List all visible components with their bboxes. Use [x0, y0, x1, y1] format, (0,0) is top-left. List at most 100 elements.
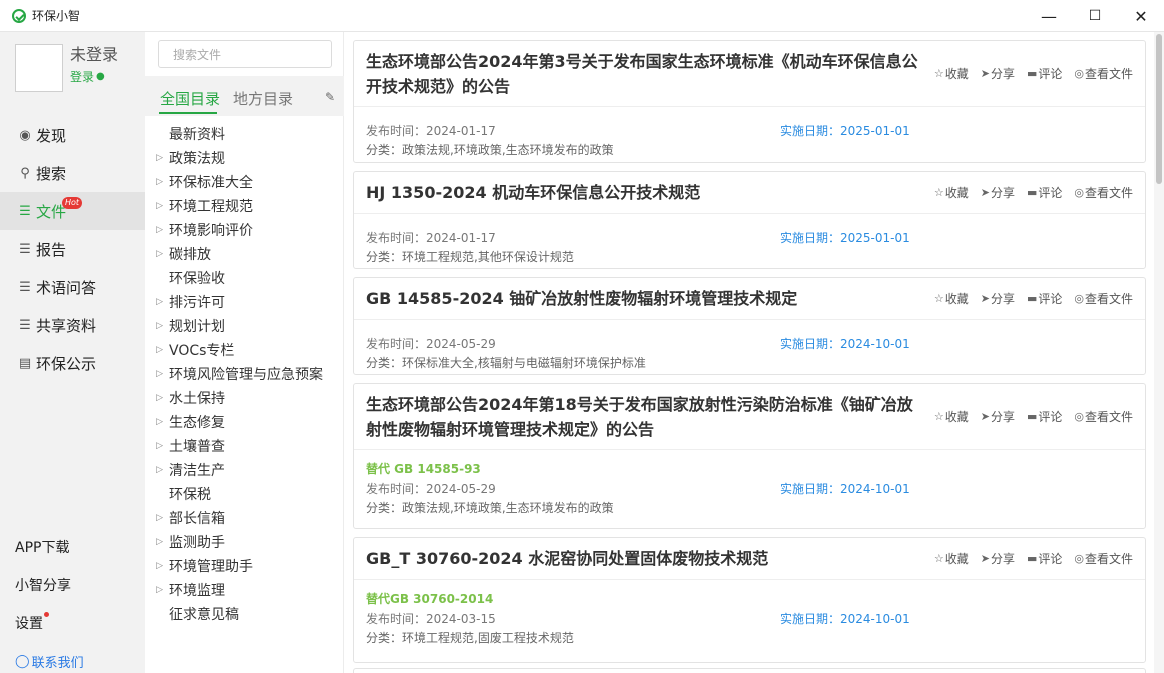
view-button[interactable]: ◎ 查看文件 — [1074, 184, 1133, 201]
notification-dot — [44, 612, 49, 617]
comment-button[interactable]: ▬ 评论 — [1027, 290, 1062, 307]
document-title[interactable]: 生态环境部公告2024年第18号关于发布国家放射性污染防治标准《铀矿冶放 射性废物… — [366, 392, 926, 442]
document-actions: ☆ 收藏 ➤ 分享 ▬ 评论 ◎ 查看文件 — [934, 290, 1133, 307]
favorite-button[interactable]: ☆ 收藏 — [934, 408, 969, 425]
directory-item[interactable]: ▷ VOCs专栏 — [145, 338, 344, 362]
view-button[interactable]: ◎ 查看文件 — [1074, 408, 1133, 425]
tab-local[interactable]: 地方目录 — [233, 88, 293, 109]
document-title[interactable]: 生态环境部公告2024年第3号关于发布国家生态环境标准《机动车环保信息公 开技术规… — [366, 49, 926, 99]
building-icon: ▤ — [18, 355, 32, 371]
comment-button[interactable]: ▬ 评论 — [1027, 184, 1062, 201]
chevron-right-icon: ▷ — [156, 465, 163, 475]
directory-item-label: VOCs专栏 — [169, 343, 235, 359]
app-download-link[interactable]: APP下载 — [0, 528, 145, 566]
nav-item-shared[interactable]: ☰ 共享资料 — [0, 306, 145, 344]
scrollbar[interactable] — [1154, 32, 1164, 673]
layers-icon: ☰ — [19, 203, 31, 219]
directory-item[interactable]: ▷ 水土保持 — [145, 386, 344, 410]
nav-item-public-notice[interactable]: ▤ 环保公示 — [0, 344, 145, 382]
main-nav: ◉ 发现 ⚲ 搜索 ☰ 文件 Hot ☰ 报告 ☰ 术语问答 ☰ 共享资料 ▤ … — [0, 116, 145, 382]
directory-item[interactable]: ▷ 环境管理助手 — [145, 554, 344, 578]
directory-item[interactable]: ▷ 环境工程规范 — [145, 194, 344, 218]
share-button[interactable]: ➤ 分享 — [981, 550, 1015, 567]
tab-national[interactable]: 全国目录 — [160, 88, 220, 109]
view-button[interactable]: ◎ 查看文件 — [1074, 65, 1133, 82]
directory-item[interactable]: ▷ 环境影响评价 — [145, 218, 344, 242]
share-label: 分享 — [990, 67, 1015, 81]
settings-link[interactable]: 设置 — [0, 604, 145, 642]
favorite-button[interactable]: ☆ 收藏 — [934, 550, 969, 567]
contact-label: 联系我们 — [31, 655, 84, 671]
directory-item[interactable]: ▷ 碳排放 — [145, 242, 344, 266]
active-tab-indicator — [159, 112, 217, 114]
directory-item[interactable]: ▷ 规划计划 — [145, 314, 344, 338]
login-link[interactable]: 登录 ● — [70, 68, 118, 85]
directory-tabs: 全国目录 地方目录 ✎ — [145, 76, 344, 116]
directory-item[interactable]: ▷ 清洁生产 — [145, 458, 344, 482]
directory-item[interactable]: ▷ 部长信箱 — [145, 506, 344, 530]
edit-icon[interactable]: ✎ — [325, 90, 335, 104]
directory-item[interactable]: ▷ 生态修复 — [145, 410, 344, 434]
search-input[interactable]: 搜索文件 — [158, 40, 332, 68]
publish-date-label: 发布时间： — [366, 482, 427, 496]
share-button[interactable]: ➤ 分享 — [981, 184, 1015, 201]
implement-date: 2024-10-01 — [840, 612, 910, 626]
favorite-button[interactable]: ☆ 收藏 — [934, 290, 969, 307]
directory-item[interactable]: ▷ 排污许可 — [145, 290, 344, 314]
directory-item[interactable]: ▷ 环境风险管理与应急预案 — [145, 362, 344, 386]
chevron-right-icon: ▷ — [156, 177, 163, 187]
nav-item-search[interactable]: ⚲ 搜索 — [0, 154, 145, 192]
favorite-button[interactable]: ☆ 收藏 — [934, 65, 969, 82]
scrollbar-thumb[interactable] — [1156, 34, 1162, 184]
implement-date-group: 实施日期：2024-10-01 — [780, 480, 910, 497]
directory-item[interactable]: ▷ 环境监理 — [145, 578, 344, 602]
nav-item-reports[interactable]: ☰ 报告 — [0, 230, 145, 268]
comment-button[interactable]: ▬ 评论 — [1027, 65, 1062, 82]
directory-item[interactable]: ▷ 环保标准大全 — [145, 170, 344, 194]
directory-item[interactable]: 环保验收 — [145, 266, 344, 290]
directory-item[interactable]: ▷ 监测助手 — [145, 530, 344, 554]
share-button[interactable]: ➤ 分享 — [981, 408, 1015, 425]
comment-button[interactable]: ▬ 评论 — [1027, 550, 1062, 567]
share-link[interactable]: 小智分享 — [0, 566, 145, 604]
implement-date: 2024-10-01 — [840, 482, 910, 496]
directory-item[interactable]: 征求意见稿 — [145, 602, 344, 626]
chevron-right-icon: ▷ — [156, 345, 163, 355]
document-card[interactable]: HJ 1350-2024 机动车环保信息公开技术规范 ☆ 收藏 ➤ 分享 ▬ 评论 ◎ 查看文件… — [353, 171, 1146, 269]
directory-item-label: 环境影响评价 — [169, 223, 253, 239]
document-card[interactable]: 生态环境部公告2024年第3号关于发布国家生态环境标准《机动车环保信息公 开技术规… — [353, 40, 1146, 163]
directory-item[interactable]: ▷ 政策法规 — [145, 146, 344, 170]
document-title[interactable]: HJ 1350-2024 机动车环保信息公开技术规范 — [366, 180, 926, 205]
minimize-button[interactable]: — — [1026, 0, 1072, 32]
directory-item[interactable]: 最新资料 — [145, 122, 344, 146]
directory-item[interactable]: ▷ 土壤普查 — [145, 434, 344, 458]
comment-button[interactable]: ▬ 评论 — [1027, 408, 1062, 425]
category-label: 分类： — [366, 250, 403, 264]
document-title[interactable]: GB_T 30760-2024 水泥窑协同处置固体废物技术规范 — [366, 546, 926, 571]
nav-item-files[interactable]: ☰ 文件 Hot — [0, 192, 145, 230]
send-icon: ➤ — [980, 67, 990, 80]
star-icon: ☆ — [933, 552, 944, 565]
favorite-button[interactable]: ☆ 收藏 — [934, 184, 969, 201]
avatar[interactable] — [15, 44, 63, 92]
close-button[interactable]: ✕ — [1118, 0, 1164, 32]
document-card[interactable]: 生态环境部公告2024年第18号关于发布国家放射性污染防治标准《铀矿冶放 射性废物… — [353, 383, 1146, 529]
view-button[interactable]: ◎ 查看文件 — [1074, 290, 1133, 307]
contact-link[interactable]: ◯ 联系我们 — [0, 642, 145, 673]
directory-item-label: 环境管理助手 — [169, 559, 253, 575]
directory-item[interactable]: 环保税 — [145, 482, 344, 506]
share-button[interactable]: ➤ 分享 — [981, 290, 1015, 307]
directory-item-label: 生态修复 — [169, 415, 225, 431]
document-card[interactable]: GB 14585-2024 铀矿冶放射性废物辐射环境管理技术规定 ☆ 收藏 ➤ 分享 ▬ 评… — [353, 277, 1146, 375]
share-button[interactable]: ➤ 分享 — [981, 65, 1015, 82]
send-icon: ➤ — [980, 292, 990, 305]
document-card-body: 发布时间： 2024-01-17 实施日期：2025-01-01 分类： 环境工程规范,… — [354, 214, 1145, 266]
document-card[interactable] — [353, 668, 1146, 673]
document-title[interactable]: GB 14585-2024 铀矿冶放射性废物辐射环境管理技术规定 — [366, 286, 926, 311]
document-card[interactable]: GB_T 30760-2024 水泥窑协同处置固体废物技术规范 ☆ 收藏 ➤ 分享 ▬ 评论… — [353, 537, 1146, 663]
nav-item-discover[interactable]: ◉ 发现 — [0, 116, 145, 154]
nav-item-terms-qa[interactable]: ☰ 术语问答 — [0, 268, 145, 306]
app-title: 环保小智 — [32, 9, 81, 23]
view-button[interactable]: ◎ 查看文件 — [1074, 550, 1133, 567]
maximize-button[interactable]: ☐ — [1072, 0, 1118, 32]
